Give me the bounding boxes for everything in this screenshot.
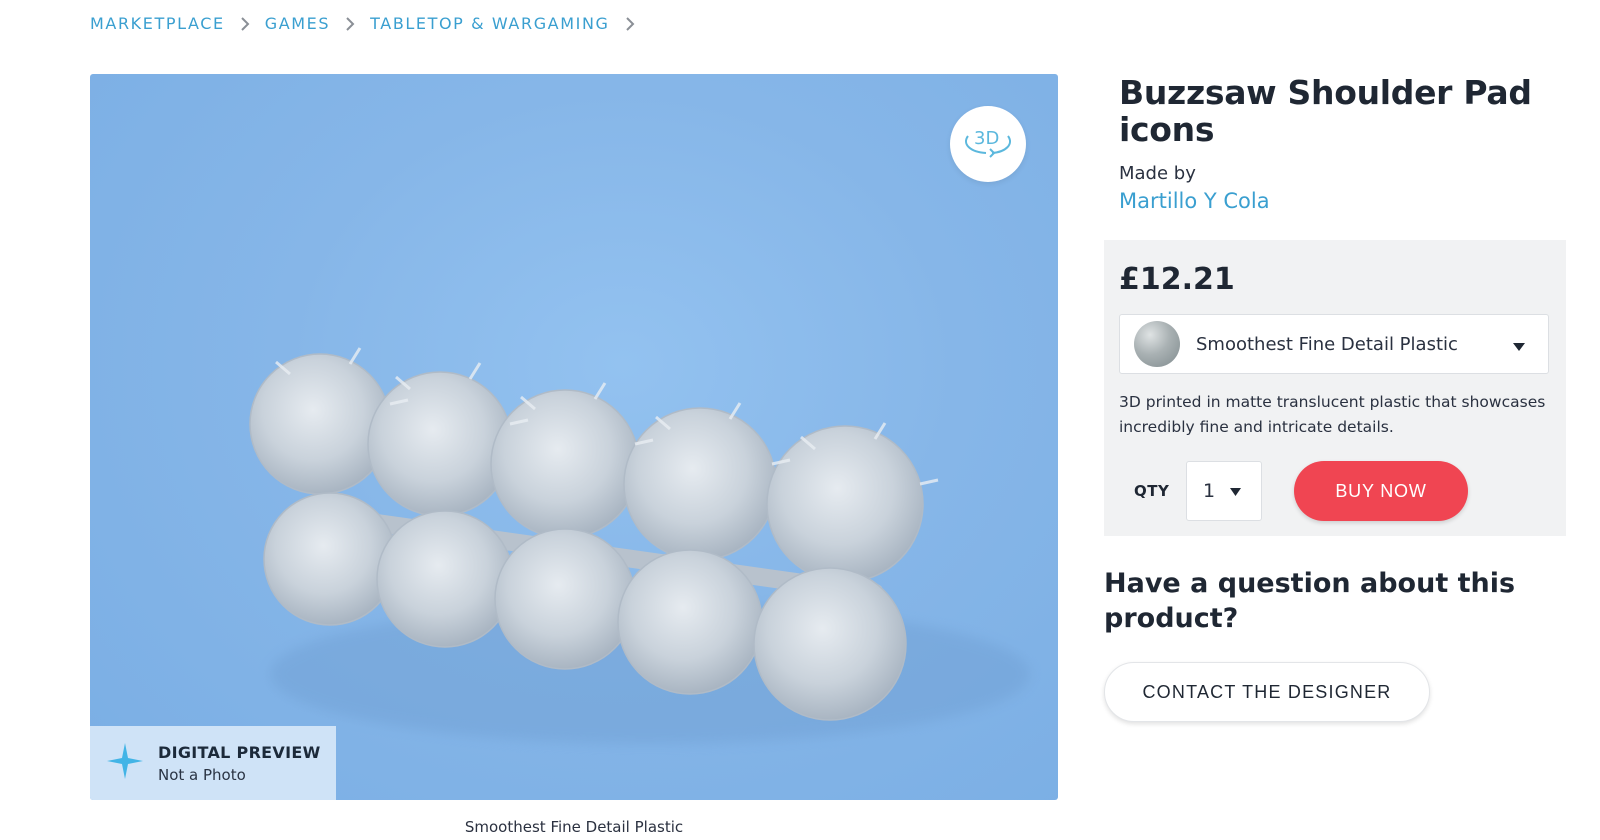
material-select[interactable]: Smoothest Fine Detail Plastic xyxy=(1119,314,1549,374)
breadcrumb-marketplace[interactable]: MARKETPLACE xyxy=(90,14,225,33)
designer-link[interactable]: Martillo Y Cola xyxy=(1119,189,1270,213)
material-name: Smoothest Fine Detail Plastic xyxy=(1196,333,1458,355)
buy-now-button[interactable]: BUY NOW xyxy=(1294,461,1468,521)
caret-down-icon xyxy=(1229,482,1242,501)
buy-panel: £12.21 Smoothest Fine Detail Plastic 3D … xyxy=(1104,240,1566,536)
price: £12.21 xyxy=(1119,262,1235,297)
material-description: 3D printed in matte translucent plastic … xyxy=(1119,393,1546,436)
made-by-label: Made by xyxy=(1119,163,1196,184)
material-swatch xyxy=(1134,321,1180,367)
badge-title: DIGITAL PREVIEW xyxy=(158,742,321,762)
chevron-right-icon xyxy=(624,16,636,31)
question-heading: Have a question about this product? xyxy=(1104,568,1516,634)
rotate-3d-icon: 3D xyxy=(960,122,1016,166)
caret-down-icon xyxy=(1512,337,1526,356)
sparkle-icon xyxy=(106,742,144,784)
chevron-right-icon xyxy=(239,16,251,31)
preview-caption: Smoothest Fine Detail Plastic xyxy=(464,818,684,836)
svg-text:3D: 3D xyxy=(974,128,999,149)
breadcrumb: MARKETPLACE GAMES TABLETOP & WARGAMING xyxy=(90,14,636,33)
breadcrumb-games[interactable]: GAMES xyxy=(265,14,330,33)
breadcrumb-tabletop-wargaming[interactable]: TABLETOP & WARGAMING xyxy=(370,14,609,33)
view-3d-button[interactable]: 3D xyxy=(950,106,1026,182)
qty-label: QTY xyxy=(1134,482,1170,500)
digital-preview-badge: DIGITAL PREVIEW Not a Photo xyxy=(90,726,336,800)
badge-subtitle: Not a Photo xyxy=(158,765,246,784)
product-title: Buzzsaw Shoulder Pad icons xyxy=(1119,73,1532,149)
qty-value: 1 xyxy=(1203,480,1216,502)
qty-select[interactable]: 1 xyxy=(1186,461,1262,521)
chevron-right-icon xyxy=(344,16,356,31)
product-render-image xyxy=(249,347,1030,744)
product-preview[interactable]: 3D DIGITAL PREVIEW Not a Photo xyxy=(90,74,1058,800)
contact-designer-button[interactable]: CONTACT THE DESIGNER xyxy=(1104,662,1430,722)
